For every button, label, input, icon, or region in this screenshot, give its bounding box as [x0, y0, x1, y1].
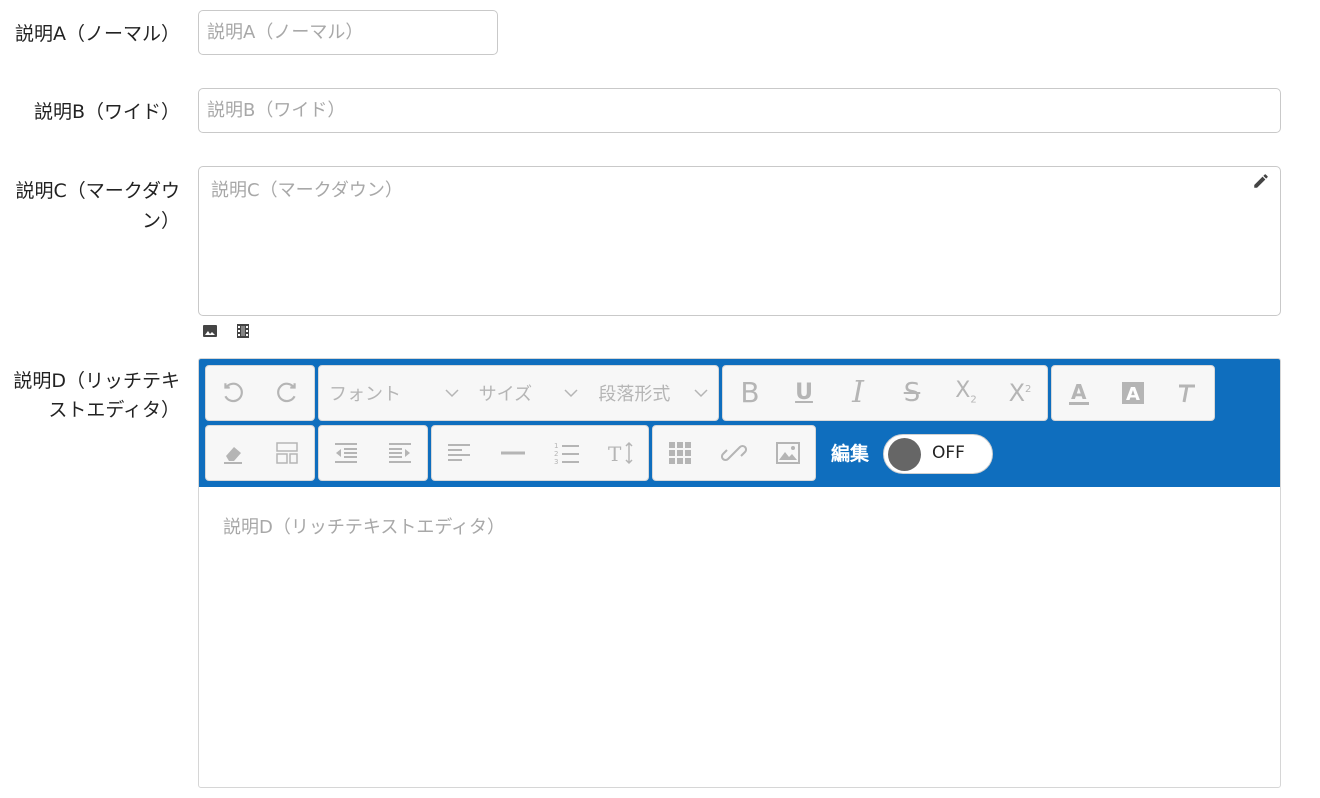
- redo-icon[interactable]: [260, 366, 314, 420]
- svg-text:3: 3: [554, 458, 558, 466]
- font-color-icon[interactable]: A: [1052, 366, 1106, 420]
- svg-text:1: 1: [554, 442, 558, 450]
- font-dropdown[interactable]: フォント: [319, 366, 469, 420]
- italic-icon[interactable]: I: [831, 366, 885, 420]
- field-c-textarea[interactable]: [198, 166, 1281, 316]
- svg-text:2: 2: [554, 450, 558, 458]
- clear-format-icon[interactable]: [1160, 366, 1214, 420]
- indent-icon[interactable]: [373, 426, 427, 480]
- field-a-input[interactable]: [198, 10, 498, 55]
- chevron-down-icon: [694, 389, 708, 398]
- field-d-editor[interactable]: 説明D（リッチテキストエディタ）: [199, 487, 1280, 787]
- strikethrough-icon[interactable]: S: [885, 366, 939, 420]
- format-dropdowns-group: フォント サイズ 段落形式: [318, 365, 719, 421]
- link-icon[interactable]: [707, 426, 761, 480]
- misc-group: [205, 425, 315, 481]
- field-d-label: 説明D（リッチテキストエディタ）: [13, 370, 180, 421]
- subscript-icon[interactable]: X2: [939, 366, 993, 420]
- video-icon[interactable]: [235, 323, 251, 339]
- line-height-icon[interactable]: T: [594, 426, 648, 480]
- field-a-label: 説明A（ノーマル）: [15, 23, 180, 45]
- paragraph-group: 123 T: [431, 425, 649, 481]
- pencil-icon[interactable]: [1252, 172, 1270, 190]
- size-dropdown[interactable]: サイズ: [469, 366, 589, 420]
- field-c-label: 説明C（マークダウン）: [15, 180, 180, 232]
- toggle-state: OFF: [932, 443, 965, 463]
- eraser-icon[interactable]: [206, 426, 260, 480]
- rich-text-editor: フォント サイズ 段落形式 B U I S X2 X2 A A 1 2 3 T …: [198, 358, 1281, 788]
- editor-toolbar: フォント サイズ 段落形式 B U I S X2 X2 A A 1 2 3 T …: [199, 359, 1280, 487]
- align-icon[interactable]: [432, 426, 486, 480]
- edit-mode-toggle[interactable]: OFF: [883, 434, 993, 474]
- outdent-icon[interactable]: [319, 426, 373, 480]
- superscript-icon[interactable]: X2: [993, 366, 1047, 420]
- paragraph-dropdown[interactable]: 段落形式: [588, 366, 718, 420]
- undo-icon[interactable]: [206, 366, 260, 420]
- edit-mode-label: 編集: [831, 443, 870, 465]
- field-b-label: 説明B（ワイド）: [33, 101, 180, 123]
- table-icon[interactable]: [653, 426, 707, 480]
- chevron-down-icon: [564, 389, 578, 398]
- bold-icon[interactable]: B: [723, 366, 777, 420]
- background-color-icon[interactable]: A: [1106, 366, 1160, 420]
- history-group: [205, 365, 315, 421]
- image-icon[interactable]: [202, 323, 218, 339]
- indent-group: [318, 425, 428, 481]
- underline-icon[interactable]: U: [777, 366, 831, 420]
- toggle-knob: [888, 438, 921, 471]
- svg-text:A: A: [1126, 384, 1140, 405]
- color-group: A A: [1051, 365, 1215, 421]
- insert-group: [652, 425, 816, 481]
- horizontal-rule-icon[interactable]: [486, 426, 540, 480]
- svg-text:T: T: [608, 442, 622, 466]
- template-icon[interactable]: [260, 426, 314, 480]
- svg-text:A: A: [1071, 380, 1087, 404]
- chevron-down-icon: [445, 389, 459, 398]
- field-b-input[interactable]: [198, 88, 1281, 133]
- text-style-group: B U I S X2 X2: [722, 365, 1048, 421]
- ordered-list-icon[interactable]: 123: [540, 426, 594, 480]
- image-icon[interactable]: [761, 426, 815, 480]
